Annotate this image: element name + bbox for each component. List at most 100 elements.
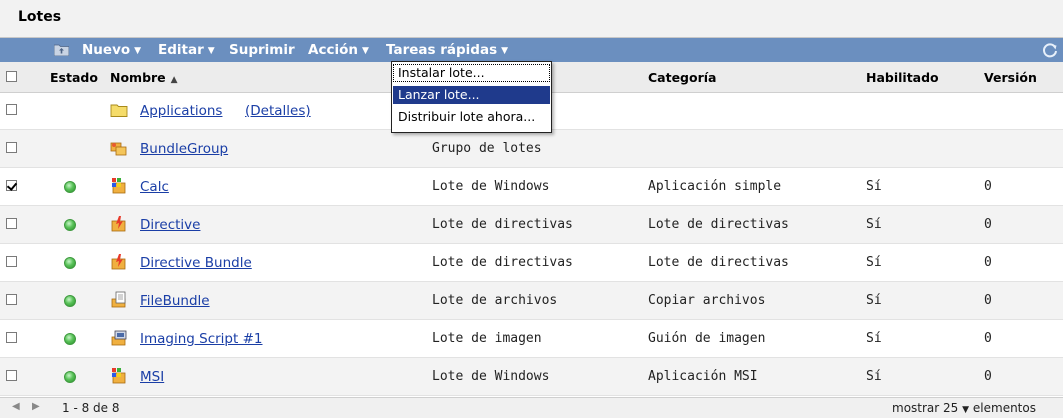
menu-item-launch-bundle[interactable]: Lanzar lote... (393, 86, 550, 104)
show-label: mostrar (892, 401, 940, 415)
new-menu[interactable]: Nuevo ▼ (82, 42, 141, 58)
bundle-enabled: Sí (866, 331, 882, 346)
status-ok-icon (64, 295, 76, 307)
items-label: elementos (972, 401, 1036, 415)
bundle-enabled: Sí (866, 293, 882, 308)
bundle-version: 0 (984, 293, 992, 308)
chevron-down-icon: ▼ (962, 405, 970, 415)
row-checkbox[interactable] (6, 104, 17, 115)
table-row: Calc Lote de Windows Aplicación simple Sí 0 (0, 168, 1063, 206)
bundle-version: 0 (984, 179, 992, 194)
column-header-status[interactable]: Estado (50, 70, 98, 85)
bundle-name-link[interactable]: Applications (140, 103, 222, 119)
new-label: Nuevo (82, 42, 131, 58)
imaging-bundle-icon (110, 329, 128, 347)
bundle-type: Lote de Windows (432, 369, 550, 384)
status-ok-icon (64, 333, 76, 345)
toolbar: Nuevo ▼ Editar ▼ Suprimir Acción ▼ Tareas r… (0, 38, 1063, 62)
folder-up-icon[interactable] (54, 43, 69, 56)
edit-menu[interactable]: Editar ▼ (158, 42, 215, 58)
directive-bundle-icon (110, 253, 128, 271)
bundle-category: Aplicación simple (648, 179, 782, 194)
table-footer: ◀ ▶ 1 - 8 de 8 mostrar 25 ▼ elementos (0, 397, 1063, 418)
directive-bundle-icon (110, 215, 128, 233)
page-range: 1 - 8 de 8 (62, 401, 120, 415)
table-row: FileBundle Lote de archivos Copiar archivo… (0, 282, 1063, 320)
sort-ascending-icon: ▲ (170, 75, 178, 85)
chevron-down-icon: ▼ (207, 46, 215, 56)
bundle-version: 0 (984, 331, 992, 346)
row-checkbox[interactable] (6, 332, 17, 343)
bundle-enabled: Sí (866, 255, 882, 270)
table-row: MSI Lote de Windows Aplicación MSI Sí 0 (0, 358, 1063, 396)
bundle-group-icon (110, 139, 128, 157)
bundle-category: Aplicación MSI (648, 369, 758, 384)
quick-tasks-menu[interactable]: Tareas rápidas ▼ (386, 42, 508, 58)
bundle-name-link[interactable]: BundleGroup (140, 141, 228, 157)
chevron-down-icon: ▼ (501, 46, 509, 56)
row-checkbox[interactable] (6, 370, 17, 381)
status-ok-icon (64, 219, 76, 231)
page-size-control: mostrar 25 ▼ elementos (892, 401, 1036, 415)
chevron-down-icon: ▼ (361, 46, 369, 56)
folder-icon (110, 101, 128, 119)
row-checkbox[interactable] (6, 256, 17, 267)
bundle-category: Lote de directivas (648, 217, 789, 232)
column-header-name-label: Nombre (110, 70, 166, 85)
menu-item-install-bundle[interactable]: Instalar lote... (393, 64, 550, 82)
action-label: Acción (308, 42, 358, 58)
column-header-name[interactable]: Nombre ▲ (110, 70, 178, 85)
menu-item-distribute-bundle[interactable]: Distribuir lote ahora... (393, 108, 550, 126)
bundle-category: Lote de directivas (648, 255, 789, 270)
bundle-name-link[interactable]: Directive Bundle (140, 255, 252, 271)
bundle-name-link[interactable]: MSI (140, 369, 164, 385)
bundle-type: Lote de Windows (432, 179, 550, 194)
status-ok-icon (64, 181, 76, 193)
row-checkbox[interactable] (6, 218, 17, 229)
quick-tasks-dropdown: Instalar lote... Lanzar lote... Distribu… (391, 61, 552, 133)
bundle-version: 0 (984, 217, 992, 232)
bundle-enabled: Sí (866, 369, 882, 384)
bundle-type: Grupo de lotes (432, 141, 542, 156)
bundle-enabled: Sí (866, 179, 882, 194)
bundle-name-link[interactable]: Calc (140, 179, 169, 195)
page-size-value: 25 (943, 401, 959, 415)
bundle-type: Lote de archivos (432, 293, 558, 308)
bundle-type: Lote de imagen (432, 331, 542, 346)
chevron-down-icon: ▼ (134, 46, 142, 56)
page-size-select[interactable]: 25 ▼ (943, 401, 969, 415)
panel-title-bar: Lotes (0, 0, 1063, 38)
bundle-enabled: Sí (866, 217, 882, 232)
bundle-name-link[interactable]: Directive (140, 217, 200, 233)
edit-label: Editar (158, 42, 204, 58)
table-row: BundleGroup Grupo de lotes (0, 130, 1063, 168)
column-header-category[interactable]: Categoría (648, 70, 716, 85)
select-all-checkbox[interactable] (6, 71, 17, 82)
refresh-icon[interactable] (1041, 41, 1059, 59)
row-checkbox[interactable] (6, 294, 17, 305)
table-row: Directive Lote de directivas Lote de direc… (0, 206, 1063, 244)
row-checkbox[interactable] (6, 142, 17, 153)
bundle-type: Lote de directivas (432, 217, 573, 232)
status-ok-icon (64, 371, 76, 383)
delete-button[interactable]: Suprimir (229, 42, 295, 58)
bundle-name-link[interactable]: FileBundle (140, 293, 210, 309)
action-menu[interactable]: Acción ▼ (308, 42, 369, 58)
windows-bundle-icon (110, 177, 128, 195)
previous-page-icon[interactable]: ◀ (12, 401, 20, 412)
bundles-panel: Lotes Nuevo ▼ Editar ▼ Suprimir Acción ▼ Ta… (0, 0, 1063, 418)
next-page-icon[interactable]: ▶ (32, 401, 40, 412)
column-header-enabled[interactable]: Habilitado (866, 70, 939, 85)
column-header-version[interactable]: Versión (984, 70, 1037, 85)
bundle-category: Guión de imagen (648, 331, 766, 346)
quick-tasks-label: Tareas rápidas (386, 42, 498, 58)
bundle-name-link[interactable]: Imaging Script #1 (140, 331, 263, 347)
bundle-version: 0 (984, 369, 992, 384)
windows-bundle-icon (110, 367, 128, 385)
bundle-version: 0 (984, 255, 992, 270)
file-bundle-icon (110, 291, 128, 309)
details-link[interactable]: (Detalles) (245, 103, 311, 119)
bundle-category: Copiar archivos (648, 293, 766, 308)
table-row: Imaging Script #1 Lote de imagen Guión de … (0, 320, 1063, 358)
row-checkbox[interactable] (6, 180, 17, 191)
